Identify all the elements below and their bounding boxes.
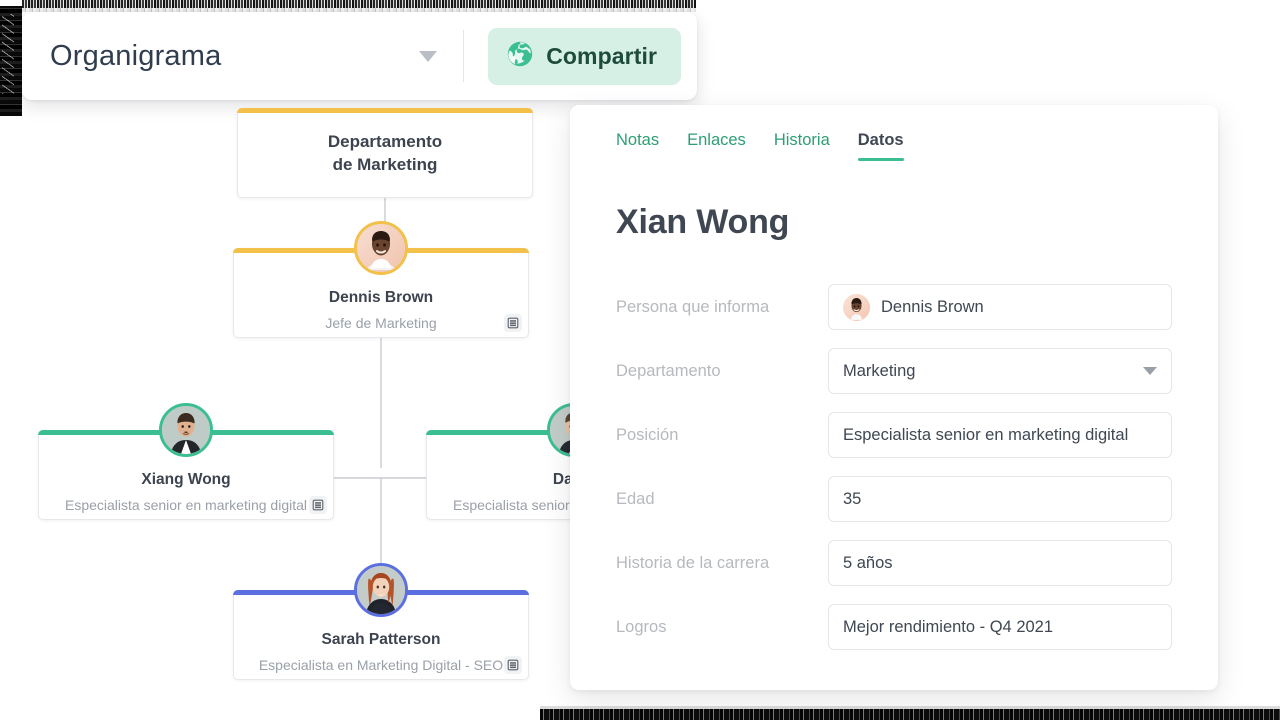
org-node-sarah-patterson[interactable]: Sarah Patterson Especialista en Marketin… [233,563,529,680]
org-node-body: Dennis Brown Jefe de Marketing [234,287,528,334]
tab-enlaces[interactable]: Enlaces [687,131,746,161]
details-form: Persona que informa Dennis Brown Departa… [616,284,1172,650]
org-node-name: Dennis Brown [328,289,434,306]
tab-notas[interactable]: Notas [616,131,659,161]
capture-artifact-left-speckle [2,14,14,94]
document-title[interactable]: Organigrama [50,40,221,73]
org-node-xiang-wong[interactable]: Xiang Wong Especialista senior en market… [38,403,334,520]
avatar [159,403,213,457]
age-input[interactable]: 35 [828,476,1172,522]
app-screenshot: Organigrama Compartir Departamento de Ma… [0,0,1280,720]
database-icon[interactable] [309,496,327,514]
field-label: Departamento [616,361,721,380]
org-node-role: Especialista en Marketing Digital - SEO [258,657,504,674]
field-label: Persona que informa [616,297,770,316]
org-node-dennis-brown[interactable]: Dennis Brown Jefe de Marketing [233,221,529,338]
position-value: Especialista senior en marketing digital [843,425,1129,444]
field-row-departamento: Departamento Marketing [616,348,1172,394]
field-row-persona-que-informa: Persona que informa Dennis Brown [616,284,1172,330]
field-row-edad: Edad 35 [616,476,1172,522]
capture-artifact-top [22,0,696,8]
position-input[interactable]: Especialista senior en marketing digital [828,412,1172,458]
toolbar: Organigrama Compartir [22,12,697,100]
org-node-title-line1: Departamento [327,131,443,151]
details-panel: Notas Enlaces Historia Datos Xian Wong P… [570,105,1218,690]
org-node-role: Jefe de Marketing [325,315,437,332]
career-history-value: 5 años [843,553,893,572]
age-value: 35 [843,489,862,508]
org-node-department[interactable]: Departamento de Marketing [237,108,533,198]
toolbar-divider [463,30,465,82]
org-node-name: Sarah Patterson [321,631,441,648]
achievements-value: Mejor rendimiento - Q4 2021 [843,617,1054,636]
capture-artifact-bottom-highlight [540,706,1280,709]
field-label: Edad [616,489,655,508]
details-tabs: Notas Enlaces Historia Datos [616,105,1172,161]
field-label: Posición [616,425,679,444]
chevron-down-icon [1143,367,1157,375]
database-icon[interactable] [504,656,522,674]
share-button[interactable]: Compartir [488,27,681,85]
field-row-logros: Logros Mejor rendimiento - Q4 2021 [616,604,1172,650]
reporting-person-value: Dennis Brown [881,297,984,316]
page-title: Xian Wong [616,203,790,241]
org-node-role: Especialista senior en marketing digital [64,497,307,514]
avatar [354,563,408,617]
field-label: Historia de la carrera [616,553,770,572]
org-node-title-line2: de Marketing [332,155,438,174]
avatar-icon [843,293,870,321]
org-node-name: Xiang Wong [141,471,231,488]
org-chart: Departamento de Marketing Dennis Brown J… [0,100,600,720]
chevron-down-icon[interactable] [419,50,438,62]
reporting-person-input[interactable]: Dennis Brown [828,284,1172,330]
database-icon[interactable] [504,314,522,332]
field-row-historia-de-la-carrera: Historia de la carrera 5 años [616,540,1172,586]
node-accent-bar [237,108,533,113]
org-node-body: Sarah Patterson Especialista en Marketin… [234,629,528,676]
field-label: Logros [616,617,667,636]
achievements-input[interactable]: Mejor rendimiento - Q4 2021 [828,604,1172,650]
tab-historia[interactable]: Historia [774,131,830,161]
department-select[interactable]: Marketing [828,348,1172,394]
department-value: Marketing [843,361,916,380]
share-button-label: Compartir [546,42,657,69]
avatar [354,221,408,275]
capture-artifact-bottom [540,709,1280,720]
globe-icon [506,40,534,73]
career-history-input[interactable]: 5 años [828,540,1172,586]
tab-datos[interactable]: Datos [857,131,904,161]
org-node-body: Xiang Wong Especialista senior en market… [39,469,333,516]
field-row-posicion: Posición Especialista senior en marketin… [616,412,1172,458]
